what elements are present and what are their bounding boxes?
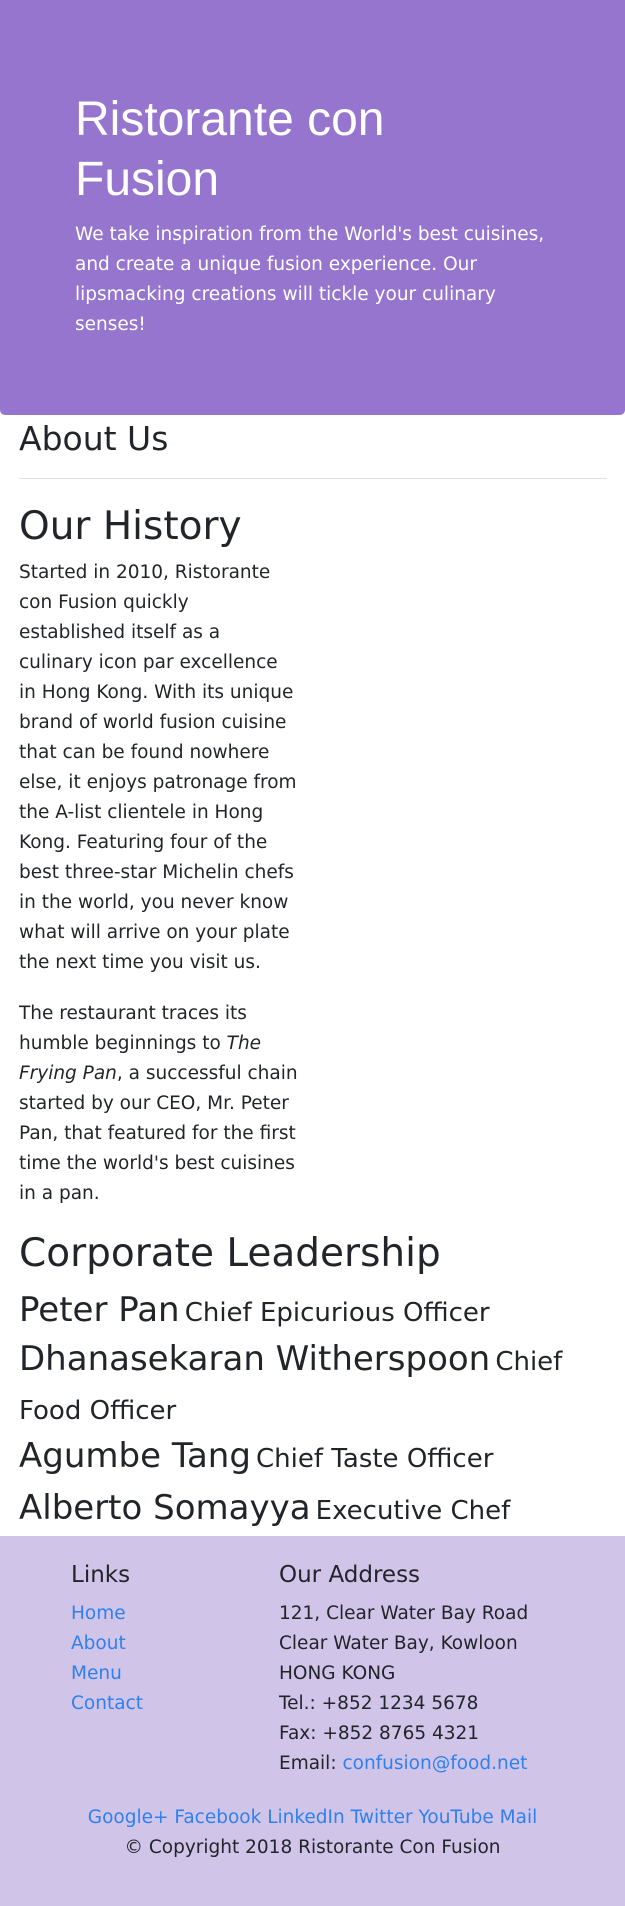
- facebook-link[interactable]: Facebook: [174, 1807, 261, 1828]
- restaurant-tagline: We take inspiration from the World's bes…: [75, 224, 545, 335]
- history-title: Our History: [19, 504, 242, 549]
- google-plus-link[interactable]: Google+: [88, 1807, 169, 1828]
- youtube-link[interactable]: YouTube: [419, 1807, 494, 1828]
- mail-link[interactable]: Mail: [500, 1807, 538, 1828]
- about-link[interactable]: About: [71, 1633, 126, 1654]
- phone-line: Tel.: +852 1234 5678: [279, 1693, 479, 1714]
- restaurant-title: Ristorante con Fusion: [75, 93, 385, 206]
- leader-name: Agumbe Tang: [19, 1436, 251, 1476]
- divider: [19, 478, 607, 479]
- contact-link[interactable]: Contact: [71, 1693, 143, 1714]
- home-link[interactable]: Home: [71, 1603, 126, 1624]
- twitter-link[interactable]: Twitter: [351, 1807, 413, 1828]
- footer: Links Home About Menu Contact Our Addres…: [0, 1536, 625, 1906]
- jumbotron: Ristorante con Fusion We take inspiratio…: [0, 0, 625, 415]
- leader-name: Peter Pan: [19, 1290, 180, 1330]
- leader-item: Alberto Somayya Executive Chef: [19, 1484, 619, 1538]
- address-line: Clear Water Bay, Kowloon: [279, 1633, 518, 1654]
- history-paragraph-2-start: The restaurant traces its humble beginni…: [19, 1003, 247, 1054]
- email-line: Email: confusion@food.net: [279, 1749, 528, 1779]
- email-link[interactable]: confusion@food.net: [342, 1753, 527, 1774]
- history-paragraph-2-end: , a successful chain started by our CEO,…: [19, 1063, 298, 1204]
- fax-line: Fax: +852 8765 4321: [279, 1723, 480, 1744]
- leader-item: Dhanasekaran Witherspoon Chief Food Offi…: [19, 1336, 619, 1437]
- copyright: © Copyright 2018 Ristorante Con Fusion: [124, 1837, 501, 1858]
- leader-name: Dhanasekaran Witherspoon: [19, 1339, 491, 1379]
- social-links: Google+ Facebook LinkedIn Twitter YouTub…: [0, 1803, 625, 1833]
- page-title: About Us: [19, 419, 169, 458]
- leader-role: Chief Taste Officer: [256, 1444, 494, 1474]
- leadership-title: Corporate Leadership: [19, 1231, 441, 1276]
- leader-role: Executive Chef: [315, 1496, 511, 1526]
- address-title: Our Address: [279, 1562, 421, 1588]
- history-paragraph-2: The restaurant traces its humble beginni…: [19, 999, 299, 1209]
- email-label: Email:: [279, 1753, 343, 1774]
- footer-links: Home About Menu Contact: [71, 1599, 143, 1719]
- history-paragraph-1: Started in 2010, Ristorante con Fusion q…: [19, 562, 297, 973]
- leader-role: Chief Epicurious Officer: [184, 1298, 490, 1328]
- leader-item: Agumbe Tang Chief Taste Officer: [19, 1432, 619, 1486]
- address-line: 121, Clear Water Bay Road: [279, 1603, 529, 1624]
- leader-name: Alberto Somayya: [19, 1488, 311, 1528]
- linkedin-link[interactable]: LinkedIn: [267, 1807, 345, 1828]
- address-line: HONG KONG: [279, 1663, 396, 1684]
- address-block: 121, Clear Water Bay Road Clear Water Ba…: [279, 1599, 528, 1779]
- links-title: Links: [71, 1562, 131, 1588]
- menu-link[interactable]: Menu: [71, 1663, 122, 1684]
- leader-item: Peter Pan Chief Epicurious Officer: [19, 1286, 619, 1340]
